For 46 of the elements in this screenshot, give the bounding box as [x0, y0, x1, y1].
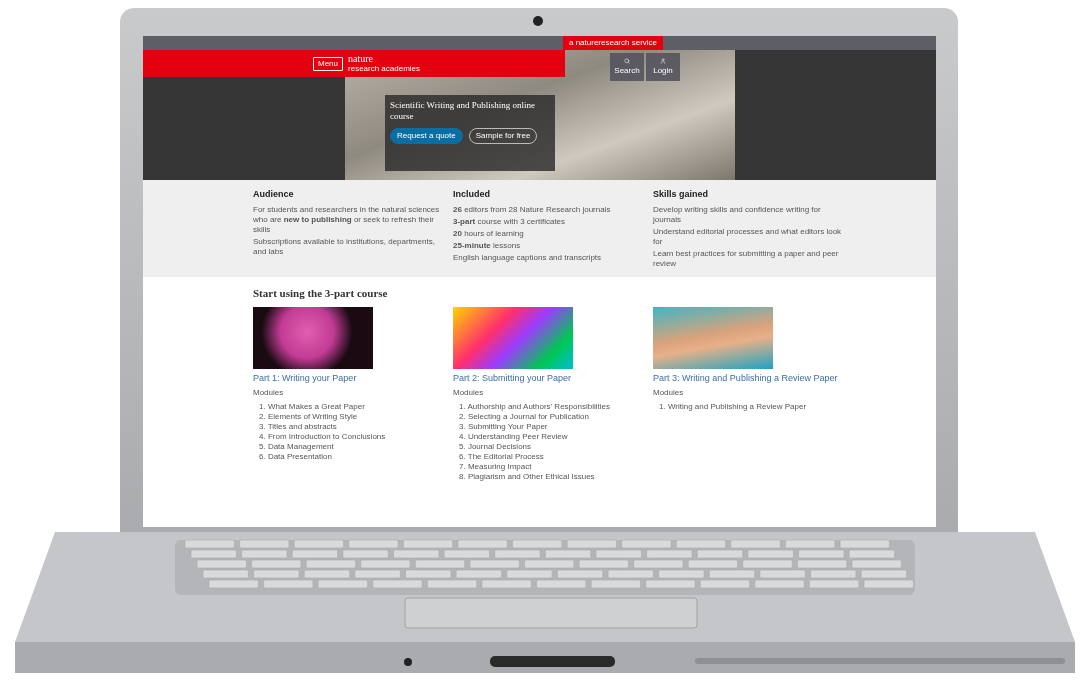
part-link[interactable]: Part 2: Submitting your Paper	[453, 373, 643, 384]
module-item[interactable]: 2. Elements of Writing Style	[259, 412, 443, 422]
search-icon	[624, 57, 630, 64]
module-item[interactable]: 3. Titles and abstracts	[259, 422, 443, 432]
column-text: For students and researchers in the natural sciences who are new to publishing or seek to refresh their skills	[253, 204, 441, 235]
column-text: English language captions and transcripts	[453, 252, 603, 263]
modules-label: Modules	[253, 387, 285, 399]
modules-label: Modules	[653, 387, 685, 399]
column-text: 20 hours of learning	[453, 228, 525, 239]
column-heading: Audience	[253, 188, 295, 201]
part-link[interactable]: Part 3: Writing and Publishing a Review Paper	[653, 373, 843, 384]
module-item[interactable]: 8. Plagiarism and Other Ethical Issues	[459, 472, 643, 482]
module-item[interactable]: 4. Understanding Peer Review	[459, 432, 643, 442]
module-item[interactable]: 1. Authorship and Authors' Responsibilities	[459, 402, 643, 412]
logo-wordmark[interactable]: nature	[348, 54, 421, 64]
column-text: Learn best practices for submitting a paper and peer review	[653, 248, 840, 269]
module-item[interactable]: 3. Submitting Your Paper	[459, 422, 643, 432]
hero-title: Scientific Writing and Publishing online course	[390, 100, 536, 122]
menu-button[interactable]: Menu	[313, 56, 343, 71]
header-action[interactable]: Login	[646, 53, 680, 81]
module-item[interactable]: 5. Data Management	[259, 442, 443, 452]
logo-subtitle: research academies	[348, 64, 421, 73]
header-action[interactable]: Search	[610, 53, 644, 81]
camera-icon	[533, 16, 543, 26]
column-text: 26 editors from 28 Nature Research journals	[453, 204, 612, 215]
user-icon	[660, 57, 666, 64]
module-item[interactable]: 6. Data Presentation	[259, 452, 443, 462]
section-heading: Start using the 3-part course	[253, 285, 389, 301]
column-text: 25-minute lessons	[453, 240, 522, 251]
service-tab[interactable]: a natureresearch service	[563, 36, 664, 50]
module-item[interactable]: 1. Writing and Publishing a Review Paper	[659, 402, 843, 412]
module-item[interactable]: 2. Selecting a Journal for Publication	[459, 412, 643, 422]
module-item[interactable]: 4. From Introduction to Conclusions	[259, 432, 443, 442]
column-heading: Skills gained	[653, 188, 710, 201]
column-text: Subscriptions available to institutions, departments, and labs	[253, 236, 436, 257]
column-text: Understand editorial processes and what editors look for	[653, 226, 843, 247]
modules-label: Modules	[453, 387, 485, 399]
module-item[interactable]: 6. The Editorial Process	[459, 452, 643, 462]
module-item[interactable]: 1. What Makes a Great Paper	[259, 402, 443, 412]
hero-button[interactable]: Request a quote	[390, 128, 463, 144]
column-text: Develop writing skills and confidence writing for journals	[653, 204, 822, 225]
column-heading: Included	[453, 188, 491, 201]
module-item[interactable]: 7. Measuring Impact	[459, 462, 643, 472]
part-link[interactable]: Part 1: Writing your Paper	[253, 373, 443, 384]
module-item[interactable]: 5. Journal Decisions	[459, 442, 643, 452]
column-text: 3-part course with 3 certificates	[453, 216, 567, 227]
